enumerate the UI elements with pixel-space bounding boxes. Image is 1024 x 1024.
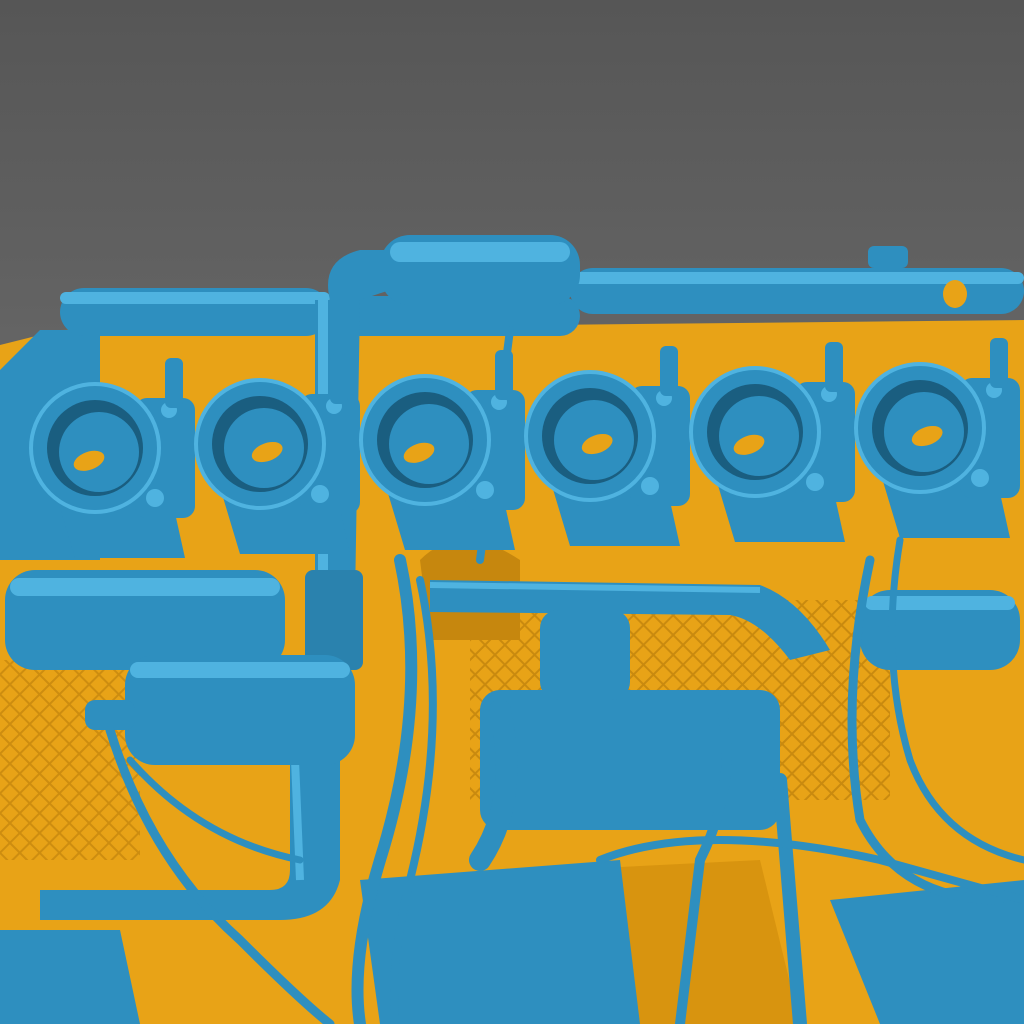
3d-viewport[interactable] [0,0,1024,1024]
scan-comparison-render[interactable] [0,0,1024,1024]
right-pipe [860,590,1020,670]
